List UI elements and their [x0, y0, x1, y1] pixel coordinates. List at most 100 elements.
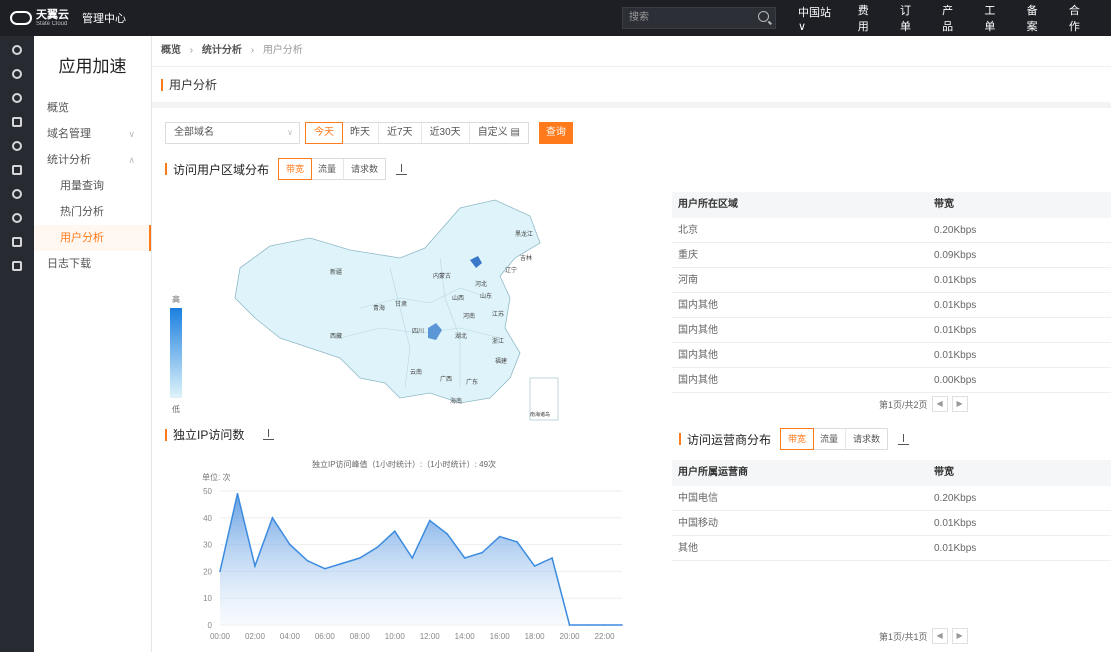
eye-icon[interactable]	[12, 189, 22, 199]
chart-yticks: 0 10 20 30 40 50	[203, 487, 212, 630]
metric-bandwidth[interactable]: 带宽	[278, 158, 313, 180]
sidebar-item-label: 日志下载	[47, 258, 91, 270]
legend-low-label: 低	[172, 405, 180, 414]
table-row: 重庆 0.09Kbps	[672, 243, 1111, 268]
cell-region: 国内其他	[678, 375, 718, 386]
ip-section-title: 独立IP访问数	[165, 426, 275, 443]
next-page-button[interactable]: ▶	[951, 396, 968, 412]
region-pager: 第1页/共2页 ◀ ▶	[879, 396, 968, 412]
cloud-logo-icon	[10, 11, 32, 25]
map-label: 云南	[410, 368, 422, 376]
data-point	[393, 530, 396, 532]
range-7days[interactable]: 近7天	[379, 123, 422, 143]
page-title: 用户分析	[152, 66, 1111, 102]
nav-orders[interactable]: 订单	[900, 2, 920, 34]
sidebar-item-domains[interactable]: 域名管理 ∨	[34, 121, 151, 147]
logo[interactable]: 天翼云 State Cloud	[10, 8, 82, 27]
map-label: 山西	[452, 294, 464, 302]
range-yesterday[interactable]: 昨天	[342, 123, 379, 143]
shield-icon[interactable]	[12, 213, 22, 223]
chevron-down-icon: ∨	[128, 129, 135, 139]
breadcrumb-separator: ›	[250, 45, 255, 56]
y-tick-label: 40	[203, 514, 212, 523]
sidebar-item-hot[interactable]: 热门分析	[34, 199, 151, 225]
data-point	[568, 624, 571, 626]
cell-bandwidth: 0.09Kbps	[934, 250, 977, 261]
download-icon[interactable]	[396, 163, 408, 175]
metric-bandwidth[interactable]: 带宽	[780, 428, 815, 450]
nav-region[interactable]: 中国站∨	[798, 4, 836, 33]
nav-products[interactable]: 产品	[942, 2, 962, 34]
metric-requests[interactable]: 请求数	[344, 159, 385, 179]
prev-page-button[interactable]: ◀	[931, 628, 948, 644]
logo-text: 天翼云	[36, 8, 69, 21]
region-table: 用户所在区域 带宽 北京 0.20Kbps 重庆 0.09Kbps 河南 0.01Kb…	[672, 192, 1111, 393]
data-point	[586, 624, 588, 626]
query-button[interactable]: 查询	[538, 122, 573, 144]
range-today[interactable]: 今天	[305, 122, 343, 144]
route-icon[interactable]	[12, 117, 22, 127]
grid-icon[interactable]	[12, 237, 22, 247]
cell-region: 北京	[678, 225, 698, 236]
map-label: 浙江	[492, 337, 504, 345]
pager-text: 第1页/共1页	[879, 631, 928, 642]
nav-partners[interactable]: 合作	[1069, 2, 1089, 34]
storage-icon[interactable]	[12, 261, 22, 271]
network-icon[interactable]	[12, 69, 22, 79]
y-tick-label: 10	[203, 594, 212, 603]
table-row: 河南 0.01Kbps	[672, 268, 1111, 293]
search-icon[interactable]	[758, 11, 769, 22]
range-30days[interactable]: 近30天	[422, 123, 470, 143]
product-icon[interactable]	[12, 45, 22, 55]
breadcrumb-home[interactable]: 概览	[161, 45, 181, 56]
sidebar-item-label: 统计分析	[47, 154, 91, 166]
isp-metric-tabs: 带宽 流量 请求数	[780, 428, 889, 450]
data-point	[603, 624, 606, 626]
sidebar-item-user-analysis[interactable]: 用户分析	[34, 225, 151, 251]
management-center-link[interactable]: 管理中心	[82, 10, 126, 26]
table-row: 中国移动 0.01Kbps	[672, 511, 1111, 536]
data-point	[498, 535, 501, 538]
breadcrumb-stats[interactable]: 统计分析	[202, 45, 242, 56]
domain-select[interactable]: 全部域名 ∨	[165, 122, 300, 144]
table-header: 用户所在区域 带宽	[672, 192, 1111, 218]
map-label: 河南	[463, 312, 475, 320]
next-page-button[interactable]: ▶	[951, 628, 968, 644]
icon-rail	[0, 36, 34, 652]
cloud-icon[interactable]	[12, 93, 22, 103]
download-icon[interactable]	[263, 429, 275, 440]
data-point	[411, 557, 414, 559]
data-point	[236, 492, 239, 495]
china-map-svg: 黑龙江 吉林 辽宁 内蒙古 新疆 西藏 青海 甘肃 四川 云南 广西 广东 湖北…	[234, 199, 559, 421]
sidebar-item-usage[interactable]: 用量查询	[34, 173, 151, 199]
pager-text: 第1页/共2页	[879, 399, 928, 410]
isp-section-title: 访问运营商分布 带宽 流量 请求数	[679, 428, 910, 450]
table-row: 国内其他 0.00Kbps	[672, 368, 1111, 393]
y-tick-label: 20	[203, 567, 212, 576]
nav-tickets[interactable]: 工单	[984, 2, 1004, 34]
prev-page-button[interactable]: ◀	[931, 396, 948, 412]
search-input[interactable]: 搜索	[622, 7, 776, 29]
metric-traffic[interactable]: 流量	[813, 429, 847, 449]
chart-area	[220, 493, 622, 625]
range-custom[interactable]: 自定义 ▤	[470, 123, 528, 143]
map-region[interactable]	[234, 199, 541, 404]
legend-high-label: 高	[172, 295, 180, 304]
region-section-title: 访问用户区域分布 带宽 流量 请求数	[165, 158, 408, 180]
nav-billing[interactable]: 费用	[858, 2, 878, 34]
column-header: 带宽	[934, 199, 954, 210]
download-icon[interactable]	[898, 433, 910, 445]
sidebar-item-stats[interactable]: 统计分析 ∧	[34, 147, 151, 173]
metric-requests[interactable]: 请求数	[846, 429, 887, 449]
sidebar-item-logs[interactable]: 日志下载	[34, 251, 151, 277]
database-icon[interactable]	[12, 141, 22, 151]
column-header: 带宽	[934, 467, 954, 478]
link-icon[interactable]	[12, 165, 22, 175]
metric-traffic[interactable]: 流量	[311, 159, 345, 179]
table-header: 用户所属运营商 带宽	[672, 460, 1111, 486]
cell-region: 国内其他	[678, 300, 718, 311]
nav-filing[interactable]: 备案	[1027, 2, 1047, 34]
table-row: 其他 0.01Kbps	[672, 536, 1111, 561]
map-label: 湖北	[455, 332, 467, 340]
sidebar-item-overview[interactable]: 概览	[34, 95, 151, 121]
